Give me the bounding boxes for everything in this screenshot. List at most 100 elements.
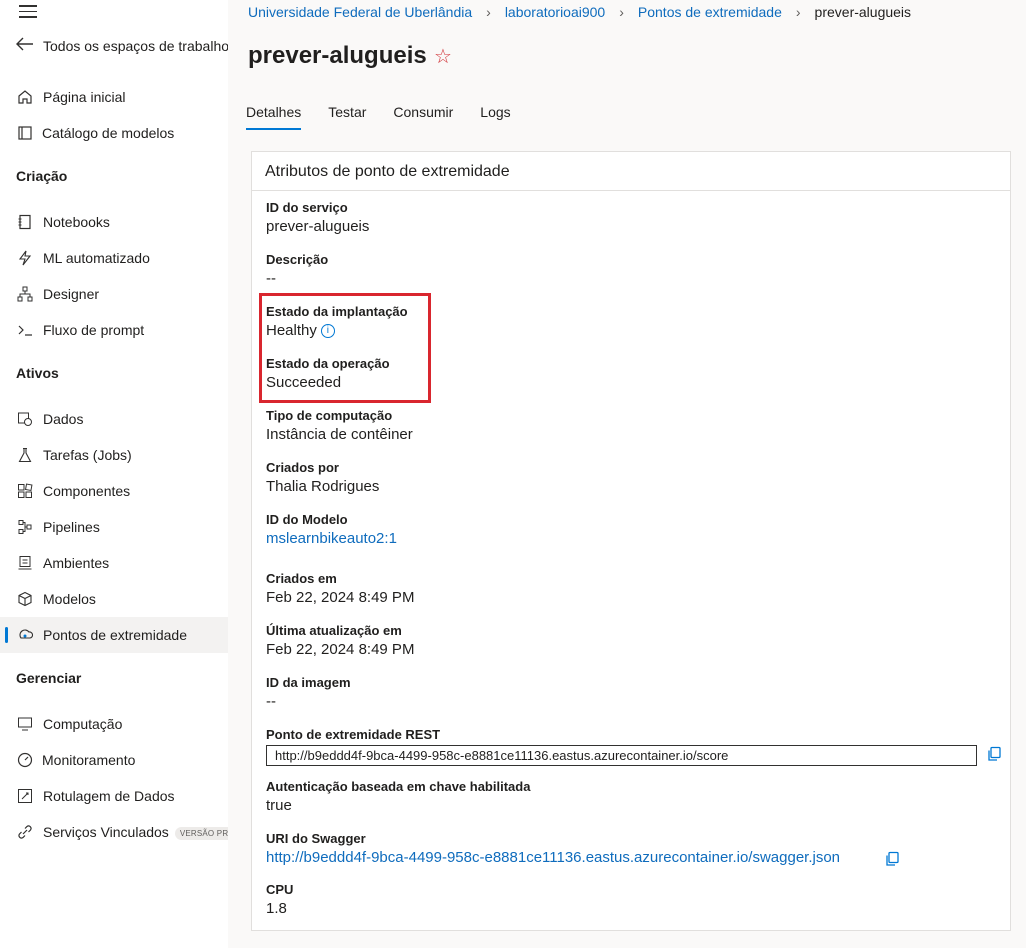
breadcrumb-organization[interactable]: Universidade Federal de Uberlândia (248, 4, 472, 20)
copy-swagger-uri-icon[interactable] (884, 851, 900, 867)
sidebar-item-endpoints[interactable]: Pontos de extremidade (0, 617, 228, 653)
prop-service-id: ID do serviço prever-alugueis (266, 200, 369, 235)
sidebar-item-home[interactable]: Página inicial (0, 79, 228, 115)
back-to-workspaces-link[interactable]: Todos os espaços de trabalho (16, 36, 228, 56)
sidebar-item-label: Monitoramento (42, 752, 136, 768)
monitoring-icon (16, 751, 34, 769)
model-id-link[interactable]: mslearnbikeauto2:1 (266, 530, 397, 547)
prop-value: Feb 22, 2024 8:49 PM (266, 641, 415, 658)
sidebar-item-pipelines[interactable]: Pipelines (0, 509, 228, 545)
tab-bar: Detalhes Testar Consumir Logs (246, 104, 538, 132)
tab-consume[interactable]: Consumir (393, 104, 453, 132)
designer-icon (16, 285, 34, 303)
breadcrumb-endpoints[interactable]: Pontos de extremidade (638, 4, 782, 20)
prop-cpu: CPU 1.8 (266, 882, 293, 917)
prop-image-id: ID da imagem -- (266, 675, 351, 710)
favorite-star-icon[interactable]: ☆ (434, 44, 452, 69)
sidebar-item-label: Fluxo de prompt (43, 322, 145, 338)
section-assets: Ativos (16, 365, 59, 381)
swagger-uri-link[interactable]: http://b9eddd4f-9bca-4499-958c-e8881ce11… (266, 849, 840, 866)
prop-label: CPU (266, 882, 294, 897)
preview-badge: VERSÃO PRÉVIA (174, 826, 228, 840)
prompt-flow-icon (16, 321, 34, 339)
breadcrumb-current: prever-alugueis (814, 4, 912, 20)
sidebar-item-models[interactable]: Modelos (0, 581, 228, 617)
home-icon (16, 88, 34, 106)
hamburger-menu-icon[interactable] (19, 5, 37, 19)
prop-label: Estado da operação (266, 356, 390, 371)
prop-updated-on: Última atualização em Feb 22, 2024 8:49 … (266, 623, 414, 658)
sidebar-item-environments[interactable]: Ambientes (0, 545, 228, 581)
prop-value: Instância de contêiner (266, 426, 413, 443)
prop-value: Healthy (266, 322, 317, 339)
tab-test[interactable]: Testar (328, 104, 366, 132)
environments-icon (16, 554, 34, 572)
sidebar-item-monitoring[interactable]: Monitoramento (0, 742, 228, 778)
components-icon (16, 482, 34, 500)
sidebar-item-label: Pontos de extremidade (43, 627, 187, 643)
sidebar-item-model-catalog[interactable]: Catálogo de modelos (0, 115, 228, 151)
sidebar-item-label: ML automatizado (43, 250, 150, 266)
page-title: prever-alugueis (248, 42, 427, 69)
sidebar-item-label: Notebooks (43, 214, 110, 230)
copy-rest-endpoint-icon[interactable] (986, 746, 1002, 762)
prop-description: Descrição -- (266, 252, 328, 287)
prop-value: -- (266, 270, 276, 287)
section-authoring: Criação (16, 168, 68, 184)
prop-label: ID do Modelo (266, 512, 348, 527)
prop-model-id: ID do Modelo mslearnbikeauto2:1 (266, 512, 397, 547)
prop-label: Ponto de extremidade REST (266, 727, 441, 742)
sidebar-item-label: Ambientes (43, 555, 110, 571)
sidebar-item-automl[interactable]: ML automatizado (0, 240, 228, 276)
sidebar-item-jobs[interactable]: Tarefas (Jobs) (0, 437, 228, 473)
section-manage: Gerenciar (16, 670, 82, 686)
prop-label: Criados por (266, 460, 339, 475)
prop-label: ID da imagem (266, 675, 351, 690)
sidebar-item-data[interactable]: Dados (0, 401, 228, 437)
prop-label: Descrição (266, 252, 329, 267)
sidebar-item-prompt-flow[interactable]: Fluxo de prompt (0, 312, 228, 348)
prop-value: -- (266, 693, 276, 710)
data-icon (16, 410, 34, 428)
catalog-icon (16, 124, 34, 142)
tab-details[interactable]: Detalhes (246, 104, 302, 132)
sidebar-item-designer[interactable]: Designer (0, 276, 228, 312)
prop-value: true (266, 797, 292, 814)
sidebar-item-label: Rotulagem de Dados (43, 788, 175, 804)
prop-label: Última atualização em (266, 623, 402, 638)
labeling-icon (16, 787, 34, 805)
prop-value: Thalia Rodrigues (266, 478, 380, 495)
sidebar-item-notebooks[interactable]: Notebooks (0, 204, 228, 240)
prop-created-on: Criados em Feb 22, 2024 8:49 PM (266, 571, 414, 606)
prop-value: prever-alugueis (266, 218, 370, 235)
sidebar-item-compute[interactable]: Computação (0, 706, 228, 742)
sidebar-item-label: Componentes (43, 483, 131, 499)
chevron-right-icon: › (486, 4, 491, 20)
automl-icon (16, 249, 34, 267)
info-icon[interactable]: i (320, 324, 335, 339)
prop-rest-endpoint: Ponto de extremidade REST http://b9eddd4… (266, 727, 977, 766)
sidebar: Todos os espaços de trabalho Página inic… (0, 0, 228, 948)
prop-swagger-uri: URI do Swagger http://b9eddd4f-9bca-4499… (266, 831, 840, 866)
sidebar-item-label: Pipelines (43, 519, 100, 535)
prop-deployment-state: Estado da implantação Healthy i (266, 304, 408, 339)
prop-key-auth: Autenticação baseada em chave habilitada… (266, 779, 530, 814)
sidebar-item-linked-services[interactable]: Serviços Vinculados VERSÃO PRÉVIA (0, 814, 228, 850)
linked-services-label: Serviços Vinculados (43, 824, 169, 840)
endpoints-icon (16, 626, 34, 644)
main-content: Universidade Federal de Uberlândia › lab… (228, 0, 1026, 948)
notebook-icon (16, 213, 34, 231)
sidebar-item-label: Serviços Vinculados VERSÃO PRÉVIA (43, 824, 228, 840)
sidebar-item-components[interactable]: Componentes (0, 473, 228, 509)
prop-compute-type: Tipo de computação Instância de contêine… (266, 408, 413, 443)
sidebar-item-label: Dados (43, 411, 84, 427)
sidebar-item-data-labeling[interactable]: Rotulagem de Dados (0, 778, 228, 814)
prop-label: ID do serviço (266, 200, 348, 215)
sidebar-item-label: Catálogo de modelos (42, 125, 175, 141)
breadcrumb-workspace[interactable]: laboratorioai900 (505, 4, 605, 20)
rest-endpoint-field[interactable]: http://b9eddd4f-9bca-4499-958c-e8881ce11… (266, 745, 977, 766)
tab-logs[interactable]: Logs (480, 104, 510, 132)
pipelines-icon (16, 518, 34, 536)
arrow-left-icon (16, 37, 36, 56)
back-to-workspaces-label: Todos os espaços de trabalho (43, 38, 228, 54)
